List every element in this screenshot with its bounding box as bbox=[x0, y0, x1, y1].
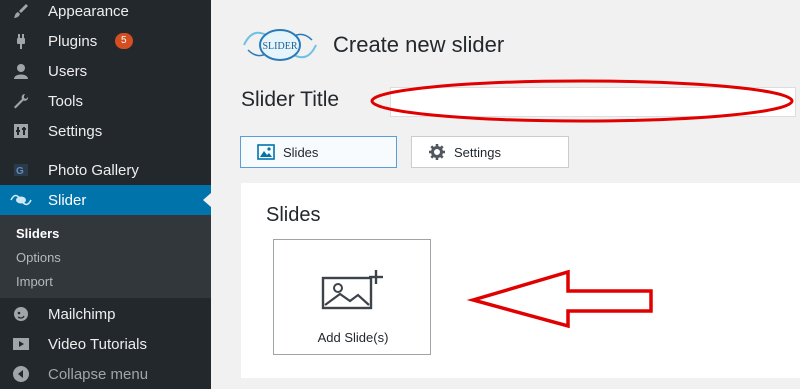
tab-label: Slides bbox=[283, 144, 319, 160]
wrench-icon bbox=[10, 90, 32, 112]
paintbrush-icon bbox=[10, 0, 32, 22]
sidebar-item-label: Video Tutorials bbox=[48, 335, 147, 353]
sidebar-item-photo-gallery[interactable]: G Photo Gallery bbox=[0, 155, 211, 185]
submenu-item-sliders[interactable]: Sliders bbox=[16, 226, 59, 241]
sidebar-item-label: Tools bbox=[48, 92, 84, 110]
image-icon bbox=[257, 143, 275, 161]
sidebar-item-mailchimp[interactable]: Mailchimp bbox=[0, 299, 211, 329]
slider-logo: SLIDER bbox=[240, 26, 320, 64]
slider-submenu: Sliders Options Import bbox=[0, 215, 211, 298]
tab-label: Settings bbox=[454, 144, 501, 160]
submenu-item-options[interactable]: Options bbox=[16, 250, 61, 265]
sidebar-item-label: Collapse menu bbox=[48, 365, 149, 383]
sidebar-item-video-tutorials[interactable]: Video Tutorials bbox=[0, 329, 211, 359]
sidebar-item-label: Mailchimp bbox=[48, 305, 116, 323]
slider-title-input[interactable] bbox=[390, 87, 796, 117]
page-title: Create new slider bbox=[333, 32, 505, 57]
active-indicator bbox=[203, 193, 211, 207]
sidebar-item-label: Plugins bbox=[48, 32, 98, 50]
sidebar-item-label: Appearance bbox=[48, 2, 129, 20]
sidebar-item-label: Settings bbox=[48, 122, 103, 140]
sidebar-item-label: Photo Gallery bbox=[48, 161, 139, 179]
settings-icon bbox=[10, 120, 32, 142]
svg-text:G: G bbox=[16, 166, 24, 177]
collapse-icon bbox=[10, 363, 32, 385]
admin-sidebar: Appearance Plugins 5 Users Tools Setting… bbox=[0, 0, 211, 389]
submenu-item-import[interactable]: Import bbox=[16, 274, 53, 289]
sidebar-item-label: Users bbox=[48, 62, 88, 80]
sidebar-item-appearance[interactable]: Appearance bbox=[0, 0, 211, 26]
video-icon bbox=[10, 333, 32, 355]
tab-settings[interactable]: Settings bbox=[411, 136, 569, 168]
logo-text: SLIDER bbox=[263, 41, 298, 52]
sidebar-item-users[interactable]: Users bbox=[0, 56, 211, 86]
collapse-menu-button[interactable]: Collapse menu bbox=[0, 359, 211, 389]
update-count-badge: 5 bbox=[115, 33, 133, 49]
sidebar-item-settings[interactable]: Settings bbox=[0, 116, 211, 146]
sidebar-item-plugins[interactable]: Plugins 5 bbox=[0, 26, 211, 56]
tab-slides[interactable]: Slides bbox=[240, 136, 397, 168]
slider-title-label: Slider Title bbox=[241, 88, 340, 111]
slides-panel-title: Slides bbox=[266, 204, 321, 226]
add-image-icon bbox=[320, 268, 384, 312]
users-icon bbox=[10, 60, 32, 82]
photo-gallery-icon: G bbox=[10, 159, 32, 181]
gear-icon bbox=[428, 143, 446, 161]
add-slides-button[interactable]: Add Slide(s) bbox=[273, 239, 431, 355]
sidebar-item-label: Slider bbox=[48, 191, 87, 209]
add-slides-label: Add Slide(s) bbox=[317, 330, 389, 345]
slider-icon bbox=[10, 189, 32, 211]
plugin-icon bbox=[10, 30, 32, 52]
sidebar-item-slider[interactable]: Slider bbox=[0, 185, 211, 215]
mailchimp-icon bbox=[10, 303, 32, 325]
sidebar-item-tools[interactable]: Tools bbox=[0, 86, 211, 116]
